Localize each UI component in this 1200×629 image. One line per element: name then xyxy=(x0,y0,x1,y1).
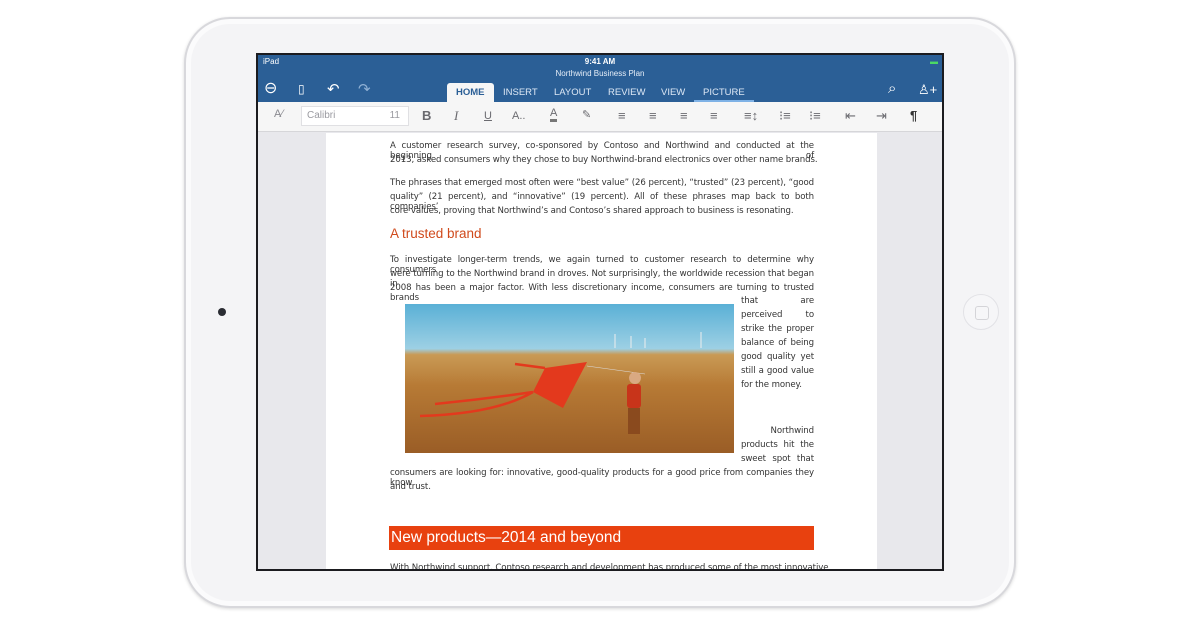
document-title: Northwind Business Plan xyxy=(258,69,942,78)
text-line: balance of being xyxy=(741,338,814,348)
paragraph-marks-icon[interactable]: ¶ xyxy=(910,108,917,123)
text-line: The phrases that emerged most often were… xyxy=(390,178,814,188)
text-line: good quality yet xyxy=(741,352,814,362)
text-line: and trust. xyxy=(390,482,431,492)
align-center-icon[interactable]: ≡ xyxy=(649,108,657,123)
text-line: that are xyxy=(741,296,814,306)
text-line: sweet spot that xyxy=(741,454,814,464)
font-size[interactable]: 11 xyxy=(390,107,400,125)
text-line: With Northwind support, Contoso research… xyxy=(390,563,828,571)
text-line: Northwind xyxy=(741,426,814,436)
undo-icon[interactable]: ↶ xyxy=(327,80,340,98)
title-bar: iPad 9:41 AM ▬ Northwind Business Plan ⊖… xyxy=(258,55,942,102)
redo-icon[interactable]: ↷ xyxy=(358,80,371,98)
highlight-icon[interactable]: ✎ xyxy=(582,108,591,121)
battery-icon: ▬ xyxy=(930,57,938,66)
home-button[interactable] xyxy=(963,294,999,330)
font-name-field[interactable]: Calibri 11 xyxy=(301,106,409,126)
align-left-icon[interactable]: ≡ xyxy=(618,108,626,123)
text-effects-icon[interactable]: A.. xyxy=(512,110,525,122)
text-line: 2013, asked consumers why they chose to … xyxy=(390,155,817,165)
heading-trusted-brand: A trusted brand xyxy=(390,226,482,241)
text-line: still a good value xyxy=(741,366,814,376)
tab-layout[interactable]: LAYOUT xyxy=(545,83,600,102)
text-line: perceived to xyxy=(741,310,814,320)
ribbon-toolbar: A⁄ Calibri 11 B I U A.. A ✎ ≡ ≡ ≡ ≡ ≡↕ ⁝≡… xyxy=(258,102,942,132)
file-icon[interactable]: ▯ xyxy=(298,82,305,96)
increase-indent-icon[interactable]: ⇥ xyxy=(876,108,887,124)
bold-icon[interactable]: B xyxy=(422,108,431,123)
heading-new-products: New products—2014 and beyond xyxy=(389,526,814,550)
text-line: consumers are looking for: innovative, g… xyxy=(390,468,814,488)
font-name: Calibri xyxy=(307,110,335,121)
tab-home[interactable]: HOME xyxy=(447,83,494,102)
underline-icon[interactable]: U xyxy=(484,110,492,122)
word-app: iPad 9:41 AM ▬ Northwind Business Plan ⊖… xyxy=(256,53,944,571)
back-icon[interactable]: ⊖ xyxy=(264,78,277,98)
text-line: products hit the xyxy=(741,440,814,450)
text-line: strike the proper xyxy=(741,324,814,334)
line-spacing-icon[interactable]: ≡↕ xyxy=(744,108,758,123)
decrease-indent-icon[interactable]: ⇤ xyxy=(845,108,856,124)
tab-picture[interactable]: PICTURE xyxy=(694,83,754,102)
camera xyxy=(218,308,226,316)
numbering-icon[interactable]: ⁝≡ xyxy=(809,108,821,124)
bullets-icon[interactable]: ⁝≡ xyxy=(779,108,791,124)
document-page[interactable]: A customer research survey, co-sponsored… xyxy=(326,133,877,571)
tab-view[interactable]: VIEW xyxy=(652,83,694,102)
photo-illustration xyxy=(405,304,734,453)
kite-field-photo[interactable] xyxy=(405,304,734,453)
search-icon[interactable]: ⌕ xyxy=(888,80,896,97)
font-color-icon[interactable]: A xyxy=(550,107,557,122)
text-line: core values, proving that Northwind’s an… xyxy=(390,206,793,216)
styles-icon[interactable]: A⁄ xyxy=(274,108,283,120)
tab-insert[interactable]: INSERT xyxy=(494,83,547,102)
clock: 9:41 AM xyxy=(258,57,942,66)
italic-icon[interactable]: I xyxy=(454,108,458,124)
share-person-icon[interactable]: ♙+ xyxy=(918,82,937,98)
tab-review[interactable]: REVIEW xyxy=(599,83,654,102)
justify-icon[interactable]: ≡ xyxy=(710,108,718,123)
align-right-icon[interactable]: ≡ xyxy=(680,108,688,123)
text-line: for the money. xyxy=(741,380,802,390)
